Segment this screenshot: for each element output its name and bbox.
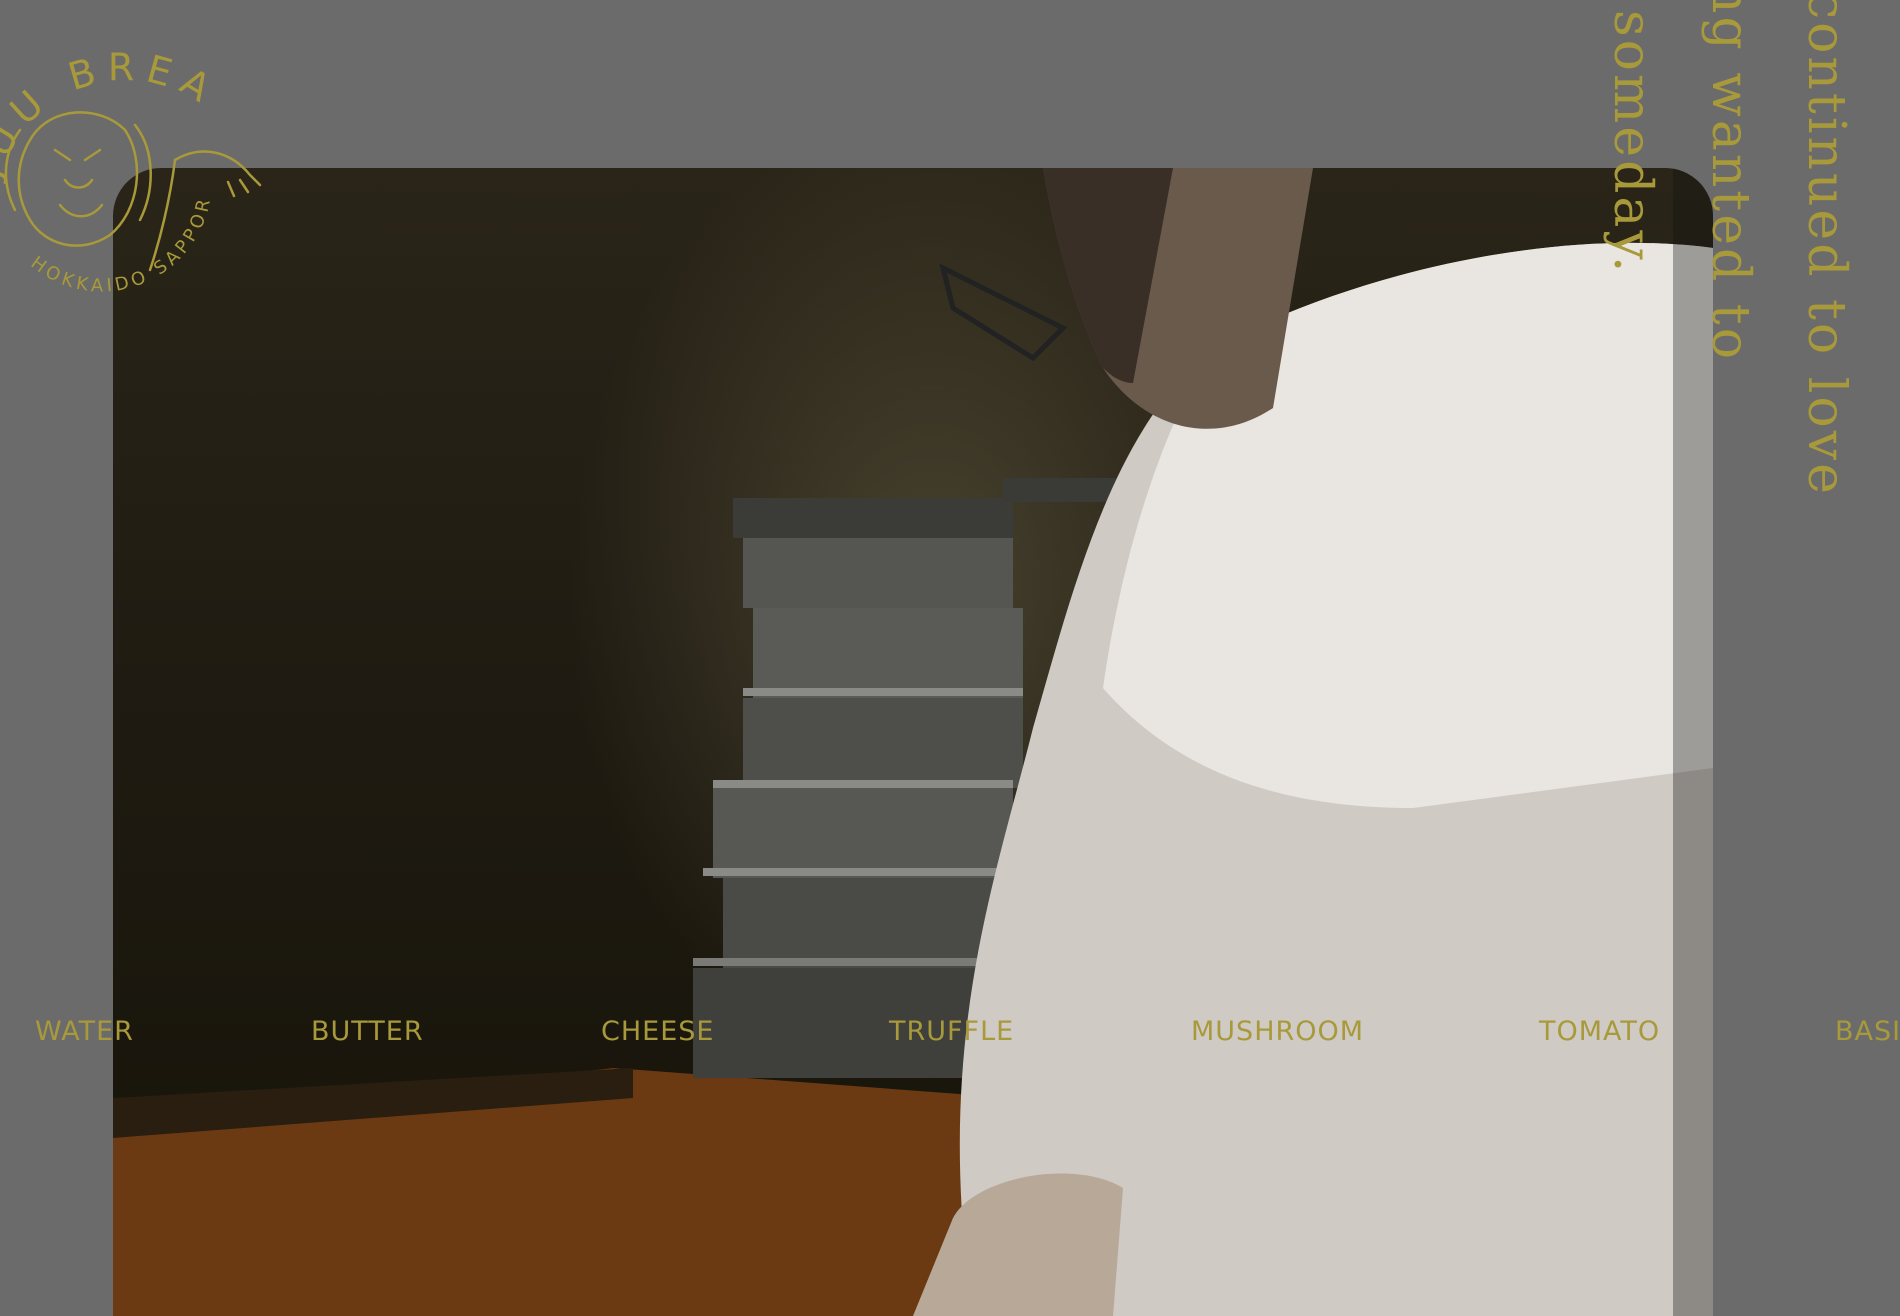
- tagline-line-1: continued to love: [1796, 0, 1856, 497]
- ingredient-truffle: TRUFFLE: [889, 1016, 1015, 1047]
- baker-figure: [913, 168, 1713, 1316]
- svg-text:HOKKAIDO SAPPORO: HOKKAIDO SAPPORO: [0, 10, 216, 297]
- baker-photo-illustration: [113, 168, 1713, 1316]
- juu-bread-logo: JUU BREAD HOKKAIDO SAPPORO: [0, 10, 262, 297]
- logo-bottom-text: HOKKAIDO SAPPORO: [0, 10, 212, 297]
- tagline-line-3: someday.: [1602, 10, 1662, 276]
- tagline-line-2: ng wanted to: [1700, 0, 1760, 362]
- svg-text:JUU BREAD: JUU BREAD: [0, 10, 226, 185]
- ingredient-mushroom: MUSHROOM: [1191, 1016, 1365, 1047]
- hero-photo: [113, 168, 1713, 1316]
- ingredient-tomato: TOMATO: [1539, 1016, 1661, 1047]
- logo-top-text: JUU BREAD: [0, 10, 216, 185]
- ingredient-basil: BASI: [1835, 1016, 1900, 1047]
- ingredient-cheese: CHEESE: [601, 1016, 715, 1047]
- ingredient-water: WATER: [35, 1016, 134, 1047]
- lion-icon: [4, 111, 262, 272]
- ingredient-butter: BUTTER: [311, 1016, 424, 1047]
- ingredient-ticker: WATER BUTTER CHEESE TRUFFLE MUSHROOM TOM…: [0, 1016, 1900, 1052]
